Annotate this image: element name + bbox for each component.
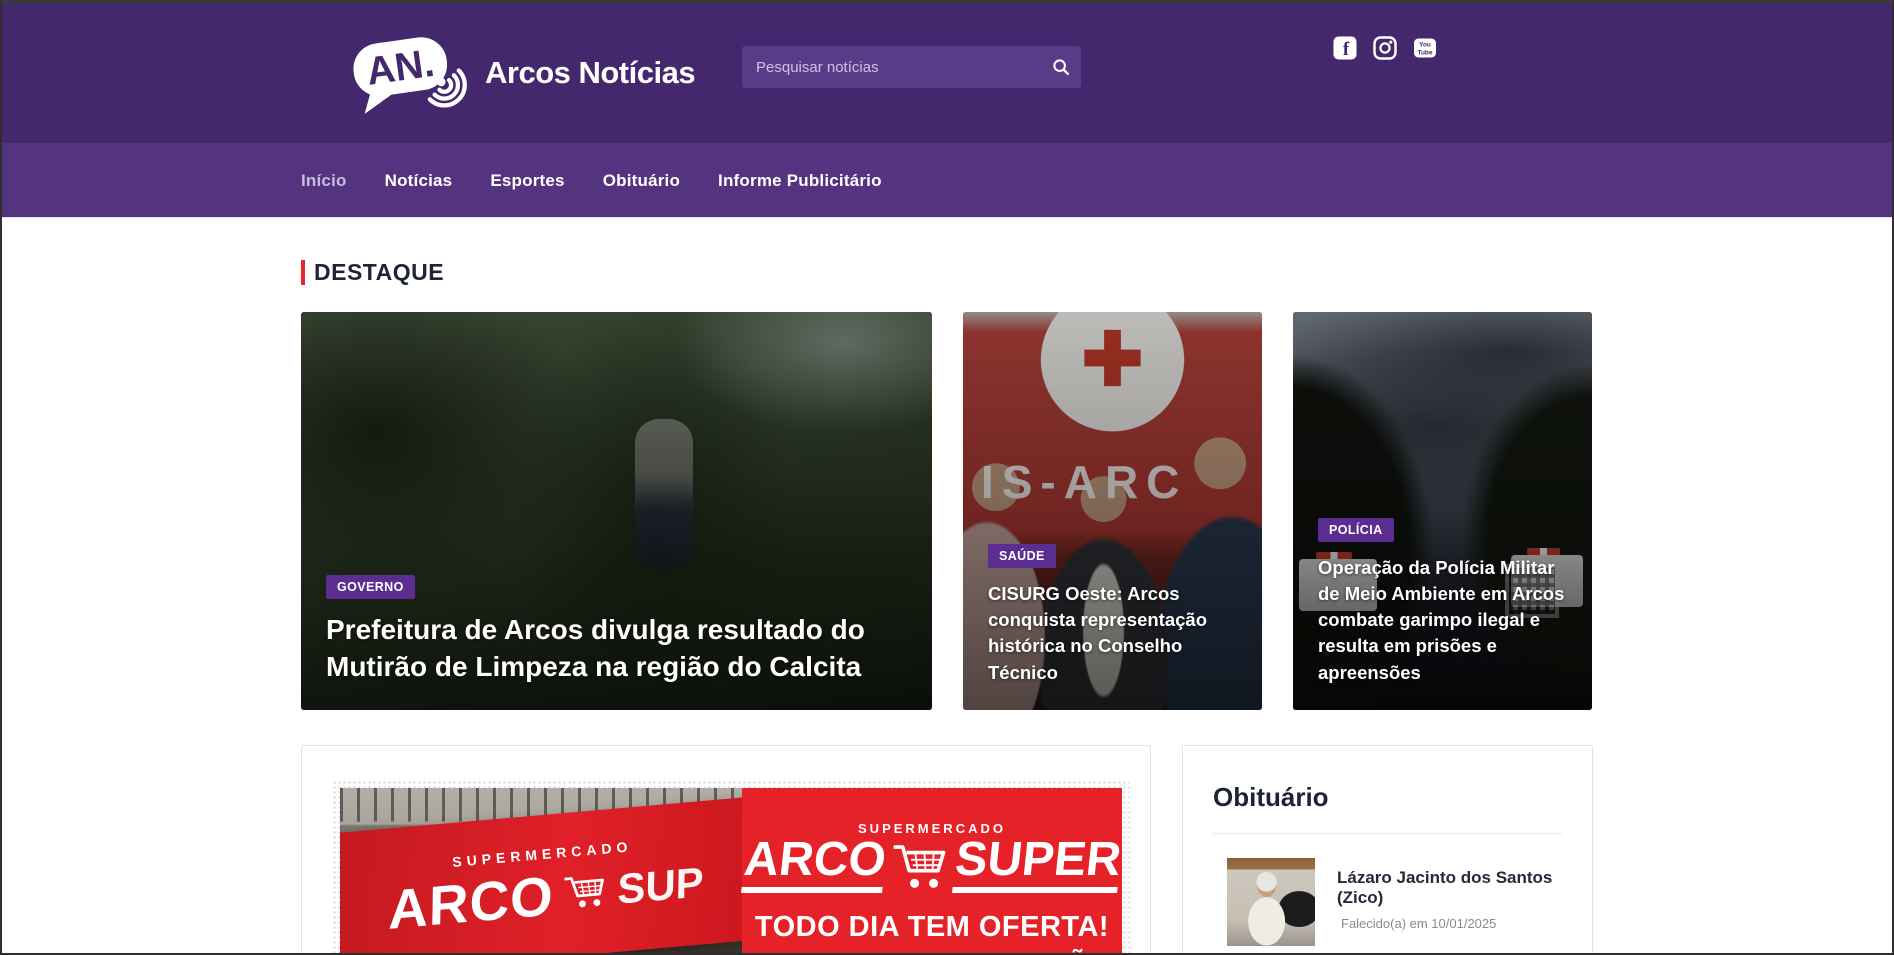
deceased-photo [1227,858,1315,946]
red-accent-bar [301,260,305,285]
instagram-icon[interactable] [1373,36,1397,60]
category-badge: POLÍCIA [1318,518,1394,542]
divider [1213,833,1562,834]
ad-red-panel: SUPERMERCADO ARCO SUPER [742,788,1122,955]
search-button[interactable] [1041,46,1081,88]
sign-partial-text: SUP [617,858,704,914]
advertisement-panel: SUPERMERCADO ARCO SUP [301,745,1151,955]
section-heading: DESTAQUE [314,259,444,286]
logo-bubble-icon: AN. [347,25,475,121]
cart-icon [562,870,609,914]
deceased-date: Falecido(a) em 10/01/2025 [1337,916,1562,931]
ad-slogan: TODO DIA TEM OFERTA! TODO DIA TEM PROMOÇ… [747,911,1118,955]
main-nav: Início Notícias Esportes Obituário Infor… [2,143,1892,218]
article-title: CISURG Oeste: Arcos conquista representa… [988,581,1237,686]
ad-banner-inner: SUPERMERCADO ARCO SUP [340,788,1122,955]
ad-slogan-line1: TODO DIA TEM OFERTA! [747,911,1118,944]
category-badge: GOVERNO [326,575,415,599]
article-card-governo[interactable]: GOVERNO Prefeitura de Arcos divulga resu… [301,312,932,710]
card-content: SAÚDE CISURG Oeste: Arcos conquista repr… [963,544,1262,710]
storefront-sign: SUPERMERCADO ARCO SUP [340,795,742,955]
svg-text:You: You [1419,42,1431,49]
obituary-panel: Obituário Lázaro Jacinto dos Santos (Zic… [1182,745,1593,955]
article-title: Prefeitura de Arcos divulga resultado do… [326,612,907,686]
ad-slogan-line2: TODO DIA TEM PROMOÇÃO! [747,948,1118,955]
storefront-photo: SUPERMERCADO ARCO SUP [340,788,742,955]
article-card-policia[interactable]: POLÍCIA Operação da Polícia Militar de M… [1293,312,1592,710]
article-title: Operação da Polícia Militar de Meio Ambi… [1318,555,1567,686]
nav-item-obituario[interactable]: Obituário [603,171,680,191]
ad-logo: ARCO SUPER [744,837,1121,893]
site-title: Arcos Notícias [485,55,695,91]
page: AN. Arcos Notícias [0,0,1894,955]
nav-item-inicio[interactable]: Início [301,171,347,191]
ad-logo-arco: ARCO [741,837,888,893]
search-box [742,46,1081,88]
destaque-section-title: DESTAQUE [301,259,1593,286]
category-badge: SAÚDE [988,544,1056,568]
obituary-entry[interactable]: Lázaro Jacinto dos Santos (Zico) Falecid… [1213,858,1562,946]
ad-logo-super: SUPER [952,837,1122,893]
deceased-name: Lázaro Jacinto dos Santos (Zico) [1337,868,1562,908]
youtube-icon[interactable]: You Tube [1413,36,1437,60]
advertisement-banner[interactable]: SUPERMERCADO ARCO SUP [332,780,1130,955]
site-header: AN. Arcos Notícias [2,3,1892,143]
svg-text:f: f [1343,39,1350,60]
nav-item-esportes[interactable]: Esportes [490,171,564,191]
svg-text:Tube: Tube [1417,50,1432,57]
featured-cards: GOVERNO Prefeitura de Arcos divulga resu… [301,312,1593,710]
logo-initials: AN. [364,41,437,94]
nav-item-noticias[interactable]: Notícias [385,171,453,191]
site-logo[interactable]: AN. Arcos Notícias [347,25,695,121]
cart-icon [891,841,949,893]
article-card-saude[interactable]: ✚ IS-ARC SAÚDE CISURG Oeste: Arcos conqu… [963,312,1262,710]
social-links: f You Tube [1333,36,1437,60]
card-content: GOVERNO Prefeitura de Arcos divulga resu… [301,575,932,710]
sign-brand-text: ARCO [388,863,554,942]
obituary-heading: Obituário [1213,782,1562,813]
search-icon [1051,57,1071,77]
obituary-entry-text: Lázaro Jacinto dos Santos (Zico) Falecid… [1337,858,1562,931]
card-content: POLÍCIA Operação da Polícia Militar de M… [1293,518,1592,710]
nav-item-informe-publicitario[interactable]: Informe Publicitário [718,171,882,191]
main-content: DESTAQUE GOVERNO Prefeitura de Arcos div… [301,218,1593,955]
search-input[interactable] [742,59,1041,76]
facebook-icon[interactable]: f [1333,36,1357,60]
secondary-row: SUPERMERCADO ARCO SUP [301,745,1593,955]
